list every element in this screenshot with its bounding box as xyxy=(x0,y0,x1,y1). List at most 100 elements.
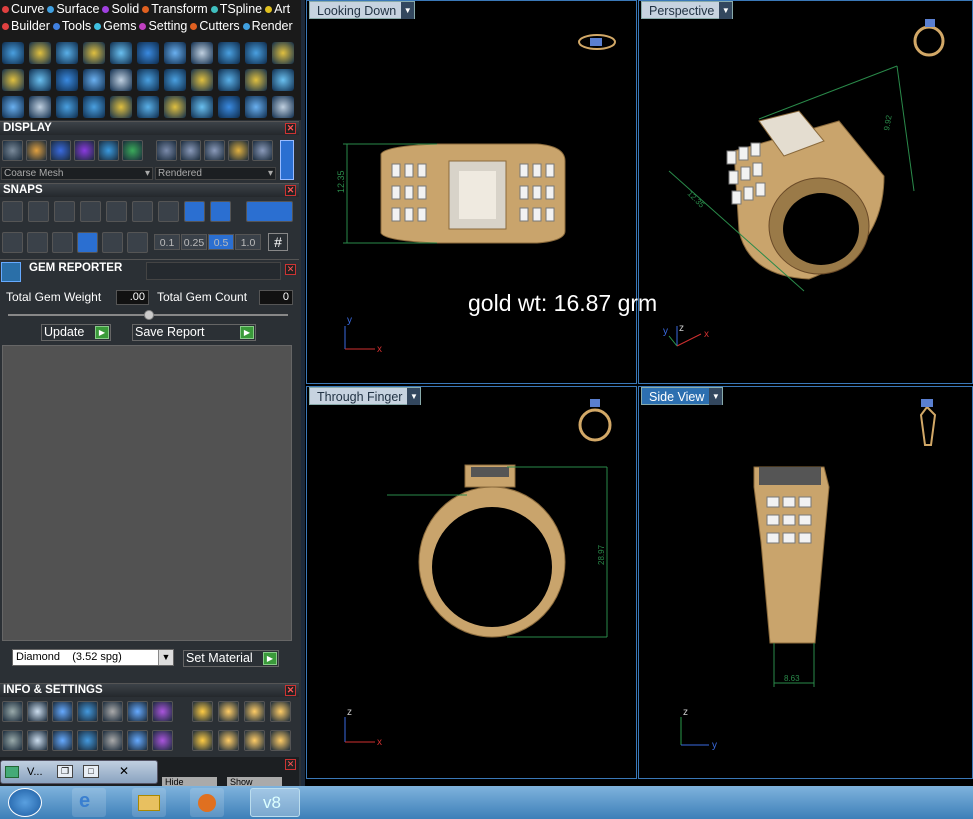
close-icon[interactable]: ✕ xyxy=(285,185,296,196)
snap-button[interactable] xyxy=(106,201,127,222)
folder-icon[interactable] xyxy=(132,788,166,817)
snap-mode-button[interactable] xyxy=(2,232,23,253)
menu-solid[interactable]: Solid xyxy=(102,2,139,16)
info-tool-button[interactable] xyxy=(244,701,265,722)
display-mode-button[interactable] xyxy=(98,140,119,161)
display-mode-button[interactable] xyxy=(50,140,71,161)
close-icon[interactable]: ✕ xyxy=(285,264,296,275)
tool-button[interactable] xyxy=(2,96,24,118)
menu-surface[interactable]: Surface xyxy=(47,2,99,16)
tool-button[interactable] xyxy=(191,69,213,91)
display-mode-button[interactable] xyxy=(228,140,249,161)
menu-tools[interactable]: Tools xyxy=(52,19,91,33)
tool-button[interactable] xyxy=(56,69,78,91)
snap-mode-button[interactable] xyxy=(52,232,73,253)
viewport-looking-down[interactable]: Looking Down ▼ 12.35 x y xyxy=(306,0,637,384)
gem-list[interactable] xyxy=(2,345,292,641)
maximize-icon[interactable]: □ xyxy=(83,765,99,778)
tool-button[interactable] xyxy=(137,42,159,64)
menu-curve[interactable]: Curve xyxy=(2,2,44,16)
tool-button[interactable] xyxy=(272,42,294,64)
snap-button[interactable] xyxy=(158,201,179,222)
media-player-icon[interactable] xyxy=(190,788,224,817)
tool-button[interactable] xyxy=(164,69,186,91)
menu-gems[interactable]: Gems xyxy=(94,19,136,33)
menu-setting[interactable]: Setting xyxy=(139,19,187,33)
info-tool-button[interactable] xyxy=(2,701,23,722)
info-tool-button[interactable] xyxy=(218,730,239,751)
info-tool-button[interactable] xyxy=(27,730,48,751)
tool-button[interactable] xyxy=(110,96,132,118)
tool-button[interactable] xyxy=(29,96,51,118)
menu-art[interactable]: Art xyxy=(265,2,290,16)
info-tool-button[interactable] xyxy=(52,730,73,751)
info-tool-button[interactable] xyxy=(2,730,23,751)
info-tool-button[interactable] xyxy=(270,730,291,751)
viewport-side-view[interactable]: Side View ▼ 8.63 y z xyxy=(638,386,973,779)
save-report-button[interactable]: Save Report ▶ xyxy=(132,324,256,341)
grid-icon[interactable]: # xyxy=(268,233,288,251)
render-select[interactable]: Rendered ▾ xyxy=(155,167,276,180)
tool-button[interactable] xyxy=(272,96,294,118)
info-tool-button[interactable] xyxy=(77,730,98,751)
info-tool-button[interactable] xyxy=(27,701,48,722)
tool-button[interactable] xyxy=(110,42,132,64)
tool-button[interactable] xyxy=(218,96,240,118)
info-tool-button[interactable] xyxy=(270,701,291,722)
snap-mode-button[interactable] xyxy=(127,232,148,253)
splitter-handle[interactable] xyxy=(144,310,154,320)
close-icon[interactable]: ✕ xyxy=(285,759,296,770)
display-mode-button[interactable] xyxy=(252,140,273,161)
tool-button[interactable] xyxy=(137,69,159,91)
menu-tspline[interactable]: TSpline xyxy=(210,2,262,16)
tool-button[interactable] xyxy=(29,42,51,64)
tool-button[interactable] xyxy=(272,69,294,91)
display-mode-button[interactable] xyxy=(180,140,201,161)
tool-button[interactable] xyxy=(2,69,24,91)
app-task-button[interactable]: v8 xyxy=(250,788,300,817)
close-icon[interactable]: ✕ xyxy=(285,685,296,696)
menu-transform[interactable]: Transform xyxy=(142,2,208,16)
display-mode-button[interactable] xyxy=(2,140,23,161)
tool-button[interactable] xyxy=(164,96,186,118)
tool-button[interactable] xyxy=(191,96,213,118)
close-icon[interactable]: ✕ xyxy=(285,123,296,134)
snap-toggle-button[interactable] xyxy=(246,201,293,222)
tool-button[interactable] xyxy=(83,96,105,118)
display-mode-button[interactable] xyxy=(204,140,225,161)
info-tool-button[interactable] xyxy=(152,730,173,751)
display-mode-button[interactable] xyxy=(122,140,143,161)
tool-button[interactable] xyxy=(218,69,240,91)
start-button[interactable] xyxy=(8,788,42,817)
info-tool-button[interactable] xyxy=(218,701,239,722)
viewport-through-finger[interactable]: Through Finger ▼ 28.97 x z xyxy=(306,386,637,779)
info-tool-button[interactable] xyxy=(244,730,265,751)
update-button[interactable]: Update ▶ xyxy=(41,324,111,341)
snap-button[interactable] xyxy=(54,201,75,222)
snap-button[interactable] xyxy=(80,201,101,222)
tool-button[interactable] xyxy=(245,42,267,64)
tool-button[interactable] xyxy=(56,96,78,118)
info-tool-button[interactable] xyxy=(127,701,148,722)
ie-icon[interactable]: e xyxy=(72,788,106,817)
info-tool-button[interactable] xyxy=(52,701,73,722)
minimized-window[interactable]: V... ❐ □ ✕ xyxy=(0,760,158,784)
menu-render[interactable]: Render xyxy=(242,19,293,33)
tool-button[interactable] xyxy=(56,42,78,64)
info-tool-button[interactable] xyxy=(152,701,173,722)
display-mode-button[interactable] xyxy=(156,140,177,161)
snap-mode-button[interactable] xyxy=(27,232,48,253)
info-tool-button[interactable] xyxy=(102,701,123,722)
tool-button[interactable] xyxy=(164,42,186,64)
snap-step-button[interactable]: 0.25 xyxy=(181,234,207,250)
tool-button[interactable] xyxy=(83,69,105,91)
snap-step-button[interactable]: 1.0 xyxy=(235,234,261,250)
tool-button[interactable] xyxy=(245,96,267,118)
viewport-perspective[interactable]: Perspective ▼ 9.92 12.35 x z y xyxy=(638,0,973,384)
info-tool-button[interactable] xyxy=(192,730,213,751)
restore-icon[interactable]: ❐ xyxy=(57,765,73,778)
tool-button[interactable] xyxy=(83,42,105,64)
tool-button[interactable] xyxy=(218,42,240,64)
snap-button[interactable] xyxy=(28,201,49,222)
info-tool-button[interactable] xyxy=(192,701,213,722)
